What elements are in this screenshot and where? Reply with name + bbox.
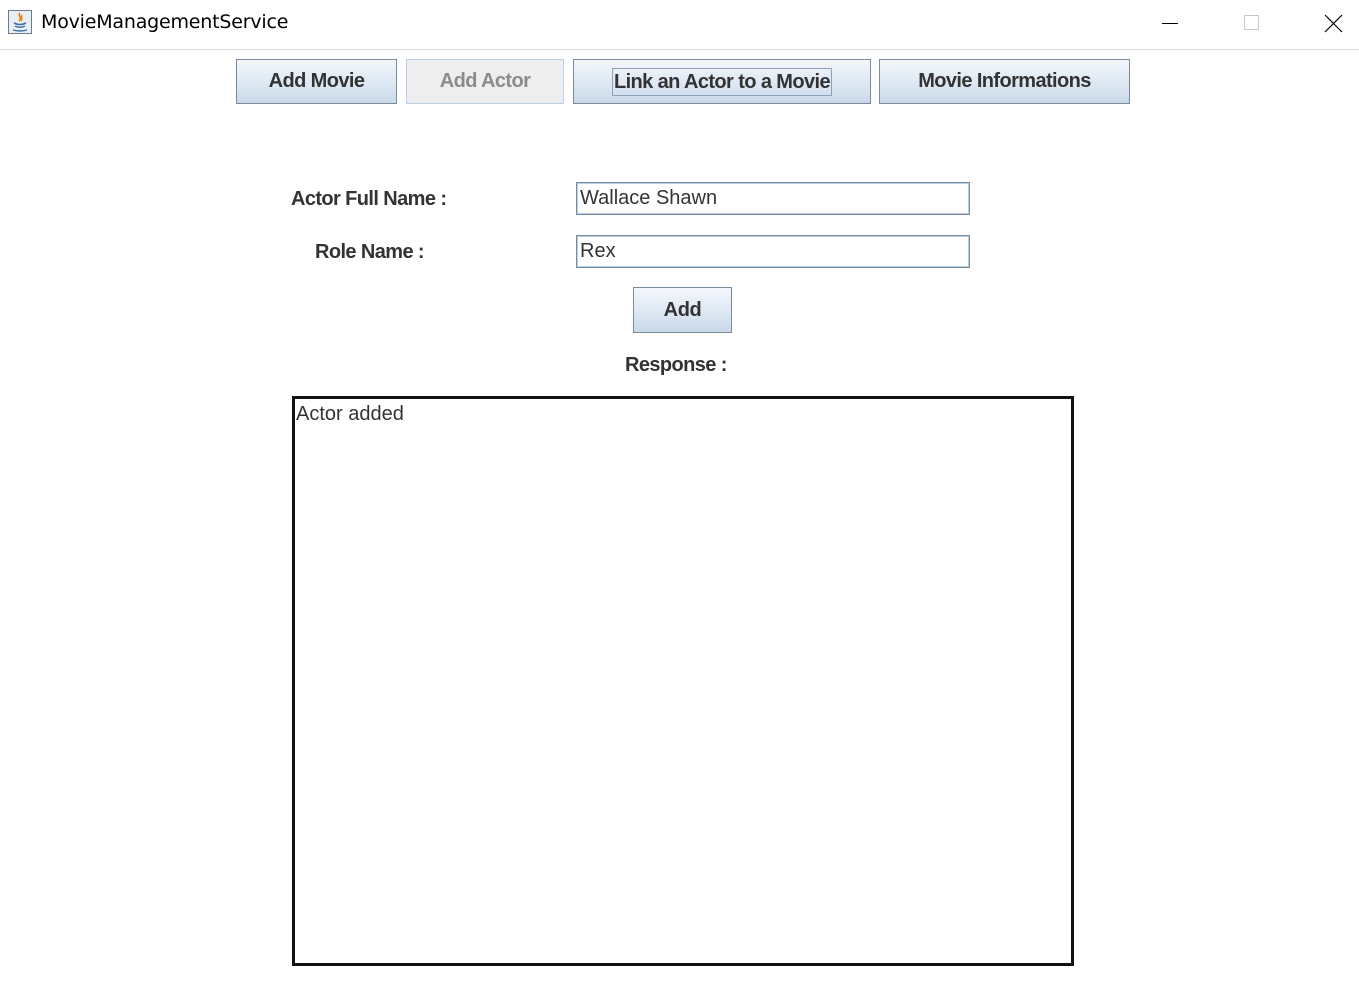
role-name-input[interactable] (576, 235, 970, 268)
java-app-icon (8, 10, 32, 34)
minimize-button[interactable] (1130, 0, 1210, 46)
add-button[interactable]: Add (633, 287, 732, 333)
maximize-button[interactable] (1211, 0, 1291, 46)
add-actor-label: Add Actor (439, 70, 531, 92)
minimize-icon (1162, 23, 1178, 24)
title-bar[interactable]: MovieManagementService (0, 0, 1359, 50)
actor-full-name-label: Actor Full Name : (291, 188, 447, 210)
movie-informations-button[interactable]: Movie Informations (879, 59, 1130, 104)
movie-informations-label: Movie Informations (918, 70, 1091, 92)
maximize-icon (1244, 15, 1259, 30)
add-movie-label: Add Movie (268, 70, 365, 92)
response-text-area[interactable]: Actor added (292, 396, 1074, 966)
actor-full-name-input[interactable] (576, 182, 970, 215)
window-title: MovieManagementService (41, 11, 289, 33)
close-icon (1324, 14, 1343, 33)
link-actor-to-movie-button[interactable]: Link an Actor to a Movie (573, 59, 871, 104)
app-window: MovieManagementService Add Movie Add Act… (0, 0, 1359, 983)
role-name-label: Role Name : (315, 241, 425, 263)
close-button[interactable] (1292, 0, 1359, 46)
add-movie-button[interactable]: Add Movie (236, 59, 397, 104)
response-label: Response : (625, 354, 727, 376)
link-actor-label: Link an Actor to a Movie (611, 67, 832, 96)
add-actor-button[interactable]: Add Actor (406, 59, 564, 104)
add-button-label: Add (663, 298, 702, 321)
